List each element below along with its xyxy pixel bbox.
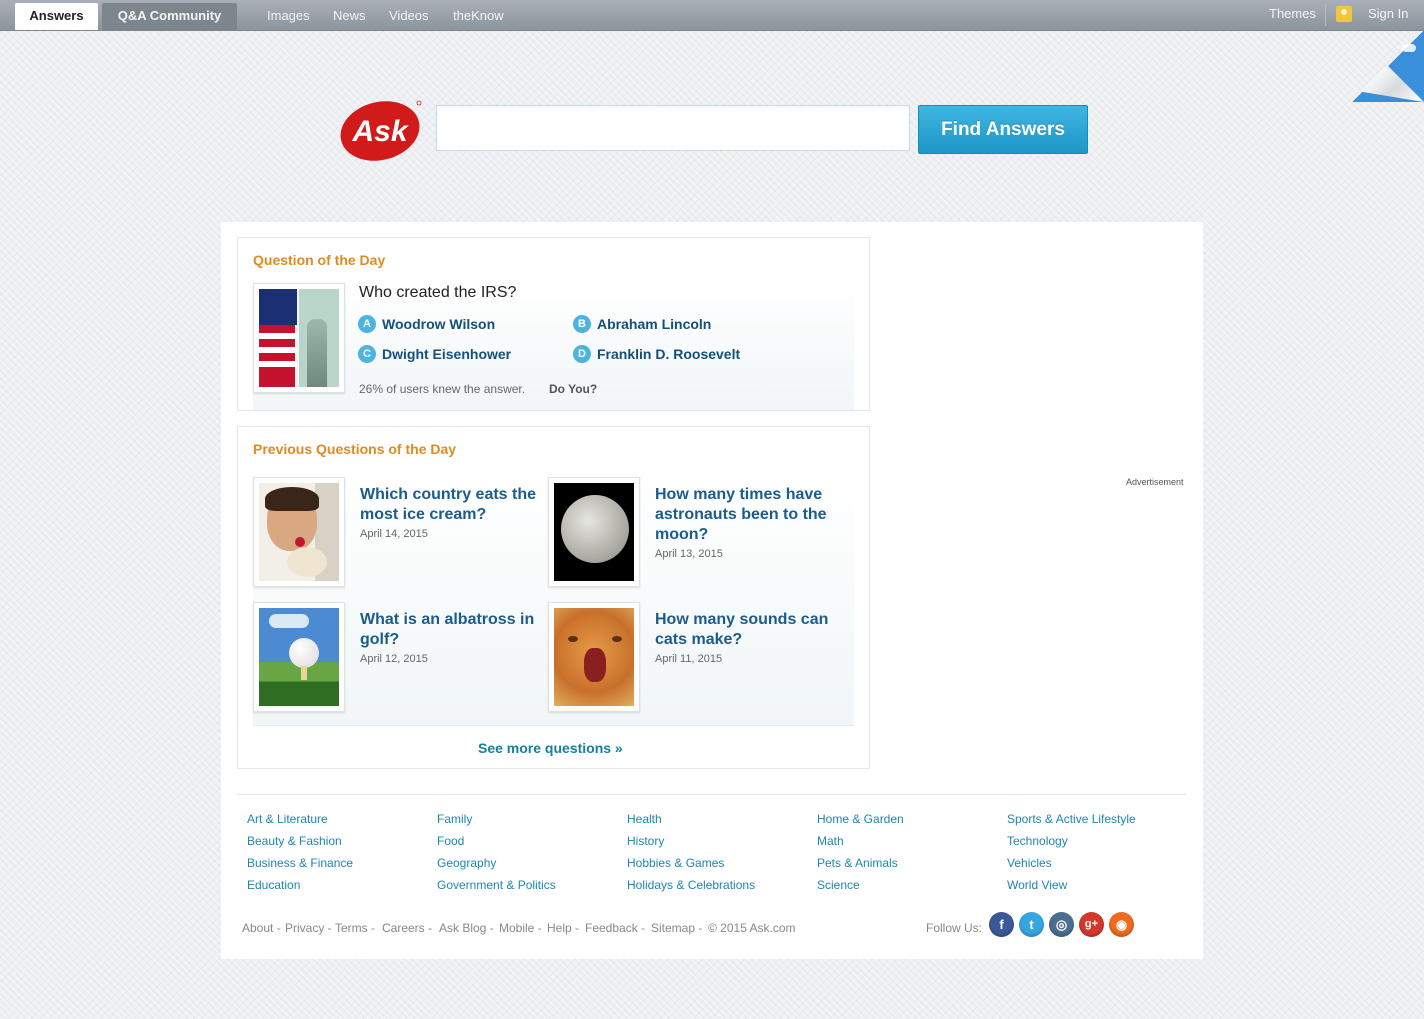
category-link[interactable]: Vehicles <box>1007 856 1052 870</box>
footer-link-terms[interactable]: Terms - <box>335 921 375 935</box>
answer-option-c[interactable]: Dwight Eisenhower <box>382 346 511 362</box>
nav-link-news[interactable]: News <box>333 8 366 23</box>
category-link[interactable]: Education <box>247 878 300 892</box>
tab-answers[interactable]: Answers <box>15 3 98 30</box>
footer-link-ask-blog[interactable]: Ask Blog - <box>439 921 494 935</box>
answer-badge-d: D <box>573 345 591 363</box>
category-link[interactable]: Science <box>817 878 860 892</box>
previous-date-4: April 11, 2015 <box>655 653 723 665</box>
facebook-icon[interactable]: f <box>989 912 1014 937</box>
answer-badge-a: A <box>358 315 376 333</box>
footer-link-mobile[interactable]: Mobile - <box>499 921 542 935</box>
nav-link-theknow[interactable]: theKnow <box>453 8 504 23</box>
thumbnail-ice-cream[interactable] <box>253 477 345 587</box>
thumbnail-cat[interactable] <box>548 602 640 712</box>
category-link[interactable]: Technology <box>1007 834 1068 848</box>
previous-question-2[interactable]: How many times have astronauts been to t… <box>655 485 835 545</box>
category-link[interactable]: Hobbies & Games <box>627 856 724 870</box>
previous-question-4[interactable]: How many sounds can cats make? <box>655 610 835 650</box>
qod-title: Question of the Day <box>253 252 386 268</box>
footer-link-careers[interactable]: Careers - <box>382 921 432 935</box>
ask-logo[interactable]: Ask <box>338 97 424 163</box>
answer-badge-b: B <box>573 315 591 333</box>
category-link[interactable]: Holidays & Celebrations <box>627 878 755 892</box>
sign-in-link[interactable]: Sign In <box>1368 6 1408 21</box>
footer-link-sitemap[interactable]: Sitemap - <box>651 921 702 935</box>
advertisement-label: Advertisement <box>1126 477 1184 487</box>
qod-question: Who created the IRS? <box>359 284 517 301</box>
category-link[interactable]: Sports & Active Lifestyle <box>1007 812 1136 826</box>
answer-option-b[interactable]: Abraham Lincoln <box>597 316 711 332</box>
search-input[interactable] <box>436 105 910 151</box>
footer-link-feedback[interactable]: Feedback - <box>585 921 645 935</box>
footer-divider <box>237 794 1186 795</box>
answer-option-a[interactable]: Woodrow Wilson <box>382 316 495 332</box>
answer-option-d[interactable]: Franklin D. Roosevelt <box>597 346 740 362</box>
nav-link-videos[interactable]: Videos <box>389 8 429 23</box>
logo-text: Ask <box>351 115 408 148</box>
answer-badge-c: C <box>358 345 376 363</box>
user-icon[interactable] <box>1336 6 1352 22</box>
footer-link-privacy[interactable]: Privacy - <box>285 921 332 935</box>
previous-title: Previous Questions of the Day <box>253 441 457 457</box>
tab-qa-community[interactable]: Q&A Community <box>102 3 237 30</box>
page-curl-theme-icon[interactable] <box>1352 30 1424 102</box>
copyright-text: © 2015 Ask.com <box>708 921 796 935</box>
previous-date-1: April 14, 2015 <box>360 528 428 540</box>
category-link[interactable]: Art & Literature <box>247 812 328 826</box>
category-link[interactable]: Family <box>437 812 472 826</box>
qod-stat: 26% of users knew the answer. <box>359 382 526 396</box>
category-link[interactable]: Beauty & Fashion <box>247 834 342 848</box>
category-link[interactable]: Government & Politics <box>437 878 556 892</box>
previous-date-3: April 12, 2015 <box>360 653 428 665</box>
rss-icon[interactable]: ◉ <box>1109 912 1134 937</box>
thumbnail-moon[interactable] <box>548 477 640 587</box>
category-link[interactable]: Home & Garden <box>817 812 904 826</box>
category-link[interactable]: Health <box>627 812 662 826</box>
themes-link[interactable]: Themes <box>1269 6 1316 21</box>
category-link[interactable]: Pets & Animals <box>817 856 898 870</box>
previous-date-2: April 13, 2015 <box>655 548 723 560</box>
previous-question-1[interactable]: Which country eats the most ice cream? <box>360 485 542 525</box>
category-link[interactable]: Food <box>437 834 464 848</box>
previous-question-3[interactable]: What is an albatross in golf? <box>360 610 540 650</box>
category-link[interactable]: World View <box>1007 878 1067 892</box>
qod-thumbnail[interactable] <box>253 283 345 393</box>
thumbnail-golf-ball[interactable] <box>253 602 345 712</box>
nav-divider <box>1325 4 1326 26</box>
instagram-icon[interactable]: ◎ <box>1049 912 1074 937</box>
follow-us-label: Follow Us: <box>926 921 983 935</box>
see-more-questions-link[interactable]: See more questions » <box>478 740 623 756</box>
category-link[interactable]: Business & Finance <box>247 856 353 870</box>
find-answers-button[interactable]: Find Answers <box>918 105 1088 154</box>
twitter-icon[interactable]: t <box>1019 912 1044 937</box>
top-nav-bar: Answers Q&A Community Images News Videos… <box>0 0 1424 31</box>
nav-link-images[interactable]: Images <box>267 8 310 23</box>
category-link[interactable]: Math <box>817 834 844 848</box>
category-link[interactable]: History <box>627 834 664 848</box>
do-you-link[interactable]: Do You? <box>549 382 597 396</box>
google-plus-icon[interactable]: g+ <box>1079 912 1104 937</box>
footer-link-help[interactable]: Help - <box>547 921 579 935</box>
footer-link-about[interactable]: About - <box>242 921 281 935</box>
category-link[interactable]: Geography <box>437 856 496 870</box>
